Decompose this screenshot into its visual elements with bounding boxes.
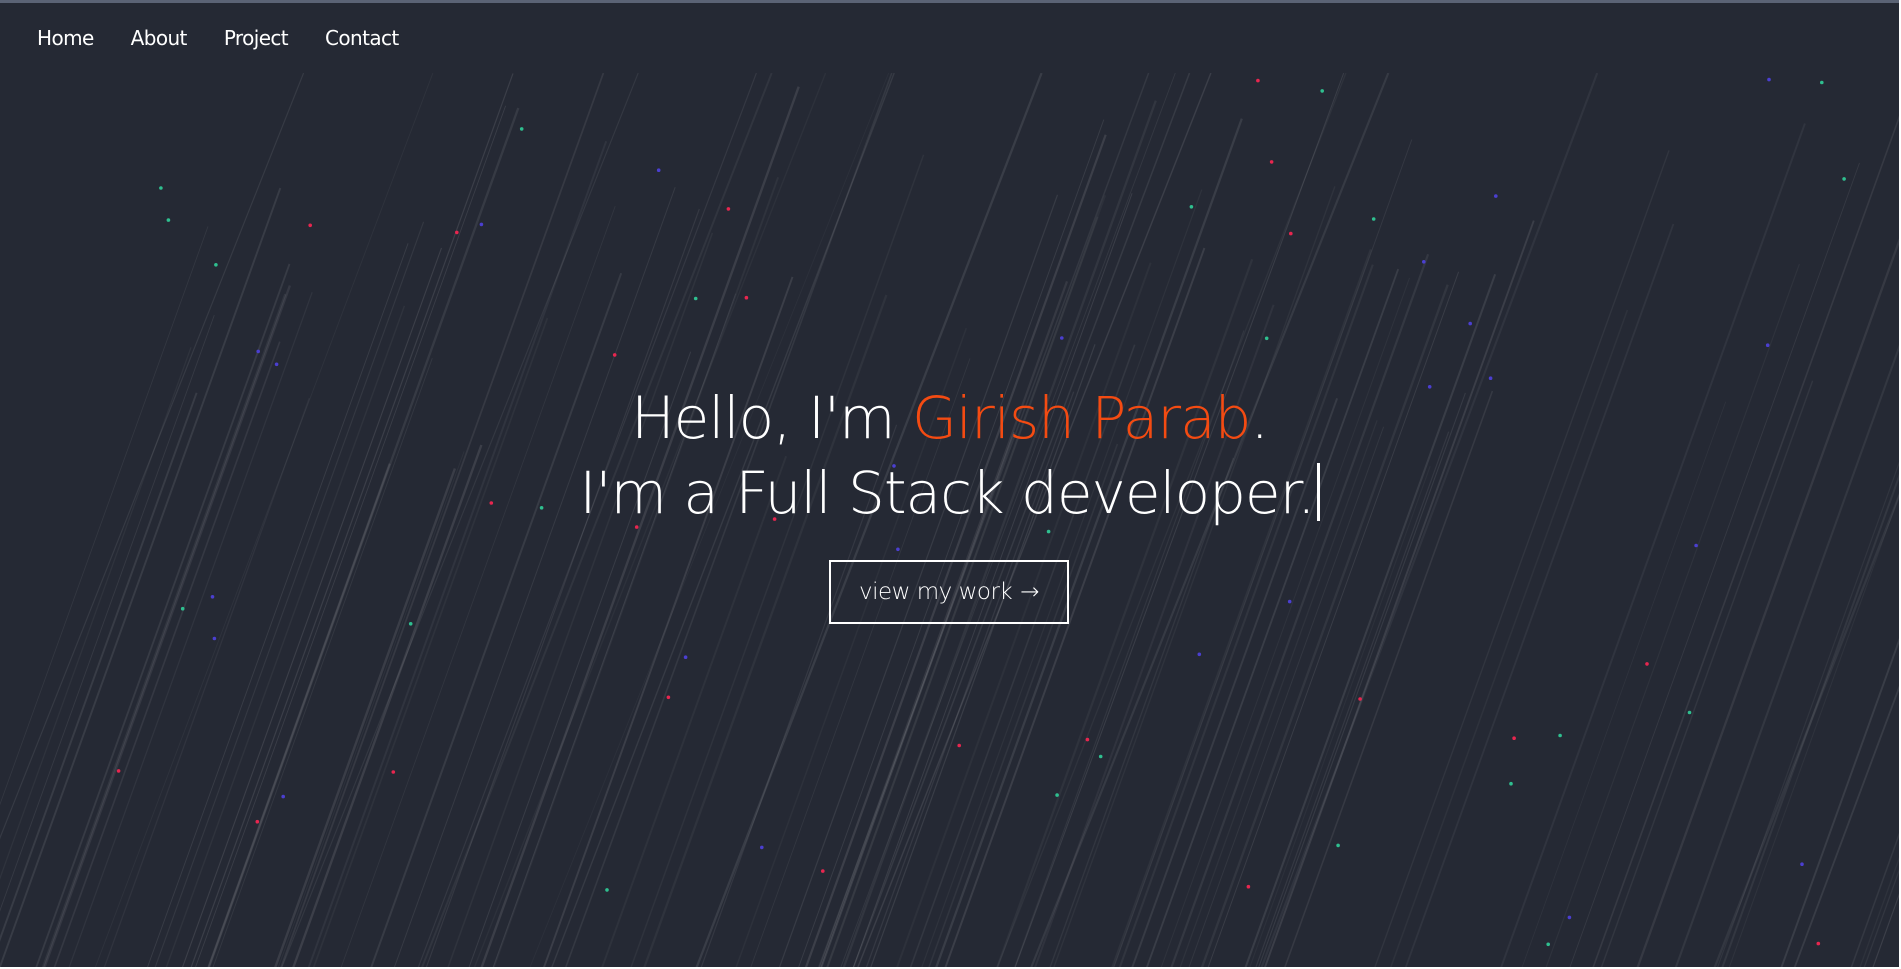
hero-tagline: I'm a Full Stack developer.: [579, 459, 1315, 527]
hero-greeting-line: Hello, I'm Girish Parab.: [0, 384, 1899, 452]
hero-tagline-line: I'm a Full Stack developer.: [0, 459, 1899, 527]
hero-content: Hello, I'm Girish Parab. I'm a Full Stac…: [0, 3, 1899, 967]
nav-contact-link[interactable]: Contact: [325, 26, 399, 50]
page: Home About Project Contact Hello, I'm Gi…: [0, 0, 1901, 969]
greeting-text: Hello, I'm: [631, 384, 912, 452]
greeting-period: .: [1250, 384, 1269, 452]
top-navbar: Home About Project Contact: [0, 3, 1899, 73]
view-my-work-button[interactable]: view my work →: [829, 560, 1069, 624]
typing-cursor: [1316, 463, 1320, 521]
nav-home-link[interactable]: Home: [37, 26, 94, 50]
hero-section: Home About Project Contact Hello, I'm Gi…: [0, 0, 1899, 967]
nav-project-link[interactable]: Project: [224, 26, 289, 50]
cta-label: view my work: [858, 579, 1013, 605]
hero-name: Girish Parab: [911, 384, 1252, 452]
arrow-right-icon: →: [1020, 579, 1040, 605]
nav-about-link[interactable]: About: [131, 26, 188, 50]
